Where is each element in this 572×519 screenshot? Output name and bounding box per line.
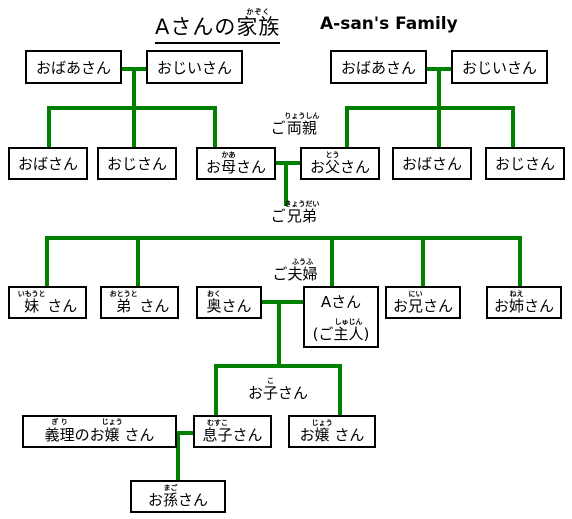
- connector-couple-to-children-drop: [277, 300, 281, 366]
- group-label-children-ruby: 子こ: [262, 377, 278, 403]
- group-label-couple: ご夫婦ふうふ: [235, 258, 355, 284]
- mother-kanji-ruby: 母かあ: [220, 150, 236, 176]
- label-maternal-grandfather: おじいさん: [156, 58, 232, 77]
- box-a-san: Aさん (ご主人しゅじん): [303, 286, 379, 348]
- label-paternal-aunt: おばさん: [401, 155, 462, 173]
- box-wife: 奥おくさん: [196, 286, 262, 319]
- box-maternal-uncle: おじさん: [97, 147, 177, 180]
- box-paternal-grandfather: おじいさん: [451, 50, 548, 84]
- younger-sister-kanji-ruby: 妹いもうと: [17, 289, 46, 315]
- group-label-couple-prefix: ご: [272, 265, 288, 283]
- younger-brother-kanji-ruby: 弟おとうと: [109, 289, 138, 315]
- group-label-parents-ruby: 両親りょうしん: [284, 112, 320, 138]
- title-prefix: Aさんの: [155, 15, 237, 39]
- label-paternal-grandmother: おばあさん: [340, 58, 416, 77]
- label-grandchild: お孫まごさん: [147, 483, 209, 509]
- wife-kanji-ruby: 奥おく: [206, 289, 222, 315]
- title-kanji-ruby: 家族かぞく: [236, 8, 281, 40]
- label-father: お父とうさん: [309, 150, 371, 176]
- connector-paternal-sibling-bar: [345, 106, 515, 110]
- daughter-kanji-ruby: 嬢じょう: [311, 418, 333, 444]
- son-kanji-ruby: 息子むすこ: [202, 418, 233, 444]
- connector-paternal-child2-drop: [437, 106, 441, 147]
- label-younger-sister: 妹いもうと さん: [17, 289, 78, 315]
- label-son: 息子むすこさん: [202, 418, 263, 444]
- family-tree-diagram: Aさんの家族かぞく A-san's Family ご両親りょうしん ご兄弟きょう…: [0, 0, 572, 519]
- label-mother: お母かあさん: [205, 150, 267, 176]
- group-label-children-prefix: お: [247, 384, 263, 402]
- connector-maternal-drop: [132, 67, 136, 110]
- label-a-san-husband: (ご主人しゅじん): [312, 317, 370, 343]
- label-younger-brother: 弟おとうと さん: [109, 289, 170, 315]
- box-maternal-grandfather: おじいさん: [146, 50, 243, 84]
- label-older-sister: お姉ねえさん: [493, 289, 555, 315]
- connector-maternal-child3-drop: [213, 106, 217, 147]
- label-daughter-in-law: 義理ぎ りのお嬢じょう さん: [44, 418, 155, 445]
- box-maternal-grandmother: おばあさん: [25, 50, 122, 84]
- label-daughter: お嬢じょう さん: [299, 418, 365, 444]
- connector-sibling-drop-nee: [518, 236, 522, 286]
- box-daughter: お嬢じょう さん: [288, 415, 376, 448]
- box-daughter-in-law: 義理ぎ りのお嬢じょう さん: [22, 415, 177, 448]
- box-paternal-grandmother: おばあさん: [330, 50, 427, 84]
- box-maternal-aunt: おばさん: [8, 147, 88, 180]
- label-a-san-name: Aさん: [320, 292, 362, 311]
- older-brother-kanji-ruby: 兄にい: [407, 289, 423, 315]
- box-older-brother: お兄にいさん: [385, 286, 461, 319]
- group-label-couple-ruby: 夫婦ふうふ: [287, 258, 318, 284]
- label-maternal-uncle: おじさん: [106, 155, 167, 173]
- daughter-in-law-kanji-ruby: 嬢じょう: [101, 418, 123, 445]
- box-paternal-aunt: おばさん: [392, 147, 472, 180]
- connector-sibling-drop-imouto: [45, 236, 49, 286]
- group-label-children: お子こさん: [218, 377, 338, 403]
- connector-sibling-drop-otouto: [136, 236, 140, 286]
- label-wife: 奥おくさん: [206, 289, 252, 315]
- box-younger-brother: 弟おとうと さん: [100, 286, 179, 319]
- box-father: お父とうさん: [300, 147, 380, 180]
- husband-kanji-ruby: 主人しゅじん: [333, 317, 364, 343]
- box-older-sister: お姉ねえさん: [486, 286, 562, 319]
- label-paternal-uncle: おじさん: [494, 155, 555, 173]
- label-older-brother: お兄にいさん: [392, 289, 454, 315]
- connector-children-drop-right: [338, 364, 342, 416]
- father-kanji-ruby: 父とう: [324, 150, 340, 176]
- page-title-english: A-san's Family: [320, 14, 458, 34]
- group-label-parents: ご両親りょうしん: [235, 112, 355, 138]
- giri-kanji-ruby: 義理ぎ り: [44, 418, 75, 445]
- connector-siblings-bar: [45, 236, 522, 240]
- box-younger-sister: 妹いもうと さん: [8, 286, 87, 319]
- connector-couple-marriage-bar: [260, 300, 305, 304]
- page-title-japanese: Aさんの家族かぞく: [155, 8, 281, 44]
- box-son: 息子むすこさん: [193, 415, 272, 448]
- label-paternal-grandfather: おじいさん: [461, 58, 537, 77]
- grandchild-kanji-ruby: 孫まご: [162, 483, 178, 509]
- box-mother: お母かあさん: [196, 147, 276, 180]
- group-label-siblings-ruby: 兄弟きょうだい: [284, 200, 320, 226]
- older-sister-kanji-ruby: 姉ねえ: [508, 289, 524, 315]
- connector-sibling-drop-nii: [421, 236, 425, 286]
- connector-children-bar: [214, 364, 342, 368]
- label-maternal-aunt: おばさん: [17, 155, 78, 173]
- label-maternal-grandmother: おばあさん: [35, 58, 111, 77]
- box-grandchild: お孫まごさん: [130, 480, 226, 513]
- group-label-children-suffix: さん: [278, 384, 309, 402]
- group-label-siblings: ご兄弟きょうだい: [235, 200, 355, 226]
- connector-maternal-child2-drop: [132, 106, 136, 147]
- box-paternal-uncle: おじさん: [485, 147, 565, 180]
- connector-paternal-child3-drop: [511, 106, 515, 147]
- connector-maternal-child1-drop: [47, 106, 51, 147]
- connector-paternal-drop: [437, 67, 441, 110]
